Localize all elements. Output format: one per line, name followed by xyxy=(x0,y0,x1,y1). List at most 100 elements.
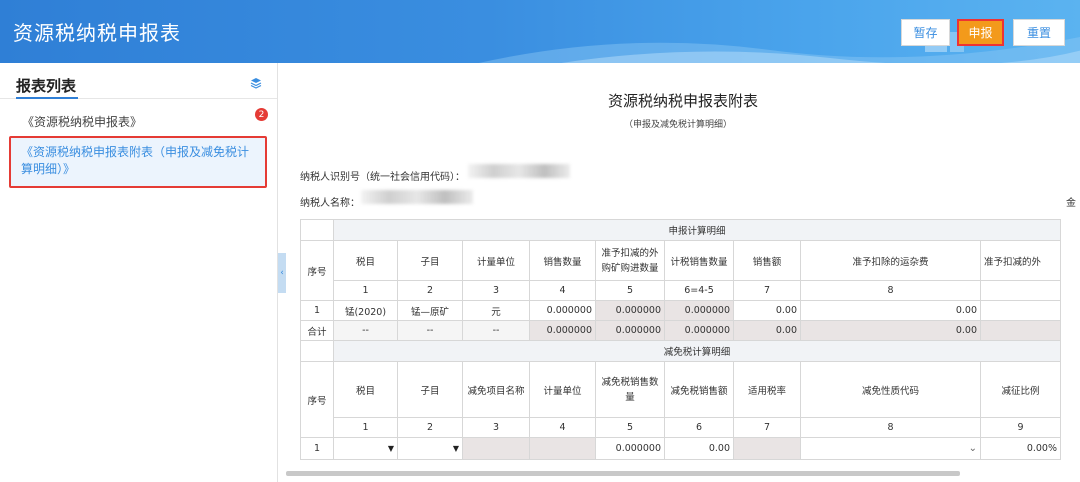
table-row-total: 合计 -- -- -- 0.000000 0.000000 0.000000 0… xyxy=(300,320,1061,341)
title-underline xyxy=(16,97,78,99)
horizontal-scrollbar[interactable] xyxy=(286,471,960,476)
col-num xyxy=(980,280,1061,301)
form-subtitle: （申报及减免税计算明细） xyxy=(624,120,733,130)
col-header-exempt-name: 减免项目名称 xyxy=(462,361,530,418)
purchased-qty-cell: 0.000000 xyxy=(595,300,665,321)
exempt-code-select[interactable]: ⌄ xyxy=(800,437,981,460)
total-cell: 0.000000 xyxy=(664,320,734,341)
app-title: 资源税纳税申报表 xyxy=(13,21,181,45)
col-header-exempt-amount: 减免税销售额 xyxy=(664,361,734,418)
row-tax-item: 锰(2020) xyxy=(333,300,398,321)
col-header-sub-item: 子目 xyxy=(397,361,463,418)
freight-input[interactable]: 0.00 xyxy=(800,300,981,321)
table1-spacer xyxy=(300,219,334,241)
form-title: 资源税纳税申报表附表 xyxy=(608,92,759,110)
row-sub-item: 锰—原矿 xyxy=(397,300,463,321)
tax-item-select[interactable]: ▼ xyxy=(333,437,398,460)
unit-cell xyxy=(529,437,596,460)
col-header-purchased-qty: 准予扣减的外购矿购进数量 xyxy=(595,240,665,281)
sales-amount-input[interactable]: 0.00 xyxy=(733,300,801,321)
col-num: 7 xyxy=(733,417,801,438)
report-list-title: 报表列表 xyxy=(16,77,77,95)
total-cell: 0.00 xyxy=(733,320,801,341)
form-area: 资源税纳税申报表附表 （申报及减免税计算明细） 纳税人识别号（统一社会信用代码）… xyxy=(286,63,1080,482)
row-seq: 1 xyxy=(300,437,334,460)
total-cell: -- xyxy=(397,320,463,341)
col-header-sub-item: 子目 xyxy=(397,240,463,281)
taxpayer-id-value-redacted xyxy=(468,164,570,178)
chevron-down-icon: ⌄ xyxy=(968,443,977,454)
col-num: 8 xyxy=(800,280,981,301)
layers-icon[interactable] xyxy=(250,77,262,89)
col-header-exempt-code: 减免性质代码 xyxy=(800,361,981,418)
col-num: 3 xyxy=(462,417,530,438)
exempt-qty-input[interactable]: 0.000000 xyxy=(595,437,665,460)
col-header-seq: 序号 xyxy=(300,240,334,301)
report-item-main[interactable]: 《资源税纳税申报表》 xyxy=(22,113,142,130)
col-num: 7 xyxy=(733,280,801,301)
col-num: 4 xyxy=(529,280,596,301)
col-header-sales-qty: 销售数量 xyxy=(529,240,596,281)
col-header-rate: 适用税率 xyxy=(733,361,801,418)
col-num: 9 xyxy=(980,417,1061,438)
report-list-panel: 报表列表 《资源税纳税申报表》 2 《资源税纳税申报表附表（申报及减免税计算明细… xyxy=(0,63,278,482)
taxpayer-name-value-redacted xyxy=(361,190,473,204)
report-item-attachment[interactable]: 《资源税纳税申报表附表（申报及减免税计算明细）》 xyxy=(9,136,267,188)
total-cell: -- xyxy=(333,320,398,341)
collapse-sidebar-handle[interactable]: ‹ xyxy=(278,253,286,293)
row-seq: 1 xyxy=(300,300,334,321)
col-header-deduct-cut: 准予扣减的外 xyxy=(980,240,1061,281)
chevron-down-icon: ▼ xyxy=(452,444,459,453)
taxpayer-id-label: 纳税人识别号（统一社会信用代码）： xyxy=(300,172,465,183)
rate-cell xyxy=(733,437,801,460)
sub-item-select[interactable]: ▼ xyxy=(397,437,463,460)
reduce-ratio-input[interactable]: 0.00% xyxy=(980,437,1061,460)
col-header-unit: 计量单位 xyxy=(529,361,596,418)
amount-unit-label: 金 xyxy=(1066,198,1076,209)
col-header-tax-item: 税目 xyxy=(333,361,398,418)
col-header-taxable-qty: 计税销售数量 xyxy=(664,240,734,281)
error-count-badge: 2 xyxy=(255,108,268,121)
col-num: 1 xyxy=(333,417,398,438)
col-num: 2 xyxy=(397,417,463,438)
exempt-amount-input[interactable]: 0.00 xyxy=(664,437,734,460)
col-header-sales-amount: 销售额 xyxy=(733,240,801,281)
table-row: 1 锰(2020) 锰—原矿 元 0.000000 0.000000 0.000… xyxy=(300,300,1061,321)
col-num: 4 xyxy=(529,417,596,438)
col-num: 5 xyxy=(595,280,665,301)
sales-qty-input[interactable]: 0.000000 xyxy=(529,300,596,321)
col-header-tax-item: 税目 xyxy=(333,240,398,281)
total-cell: -- xyxy=(462,320,530,341)
deduct-cut-cell xyxy=(980,300,1061,321)
total-cell: 0.00 xyxy=(800,320,981,341)
col-header-freight: 准予扣除的运杂费 xyxy=(800,240,981,281)
col-num: 6 xyxy=(664,417,734,438)
col-header-exempt-qty: 减免税销售数量 xyxy=(595,361,665,418)
col-num: 2 xyxy=(397,280,463,301)
app-header: 资源税纳税申报表 暂存 申报 重置 xyxy=(0,0,1080,63)
submit-button[interactable]: 申报 xyxy=(957,19,1004,46)
row-unit: 元 xyxy=(462,300,530,321)
section-header-exemption: 减免税计算明细 xyxy=(333,340,1061,362)
col-num: 3 xyxy=(462,280,530,301)
total-cell xyxy=(980,320,1061,341)
col-num: 6=4-5 xyxy=(664,280,734,301)
table-row: 1 ▼ ▼ 0.000000 0.00 ⌄ 0.00% xyxy=(300,437,1061,460)
col-num: 1 xyxy=(333,280,398,301)
chevron-down-icon: ▼ xyxy=(387,444,394,453)
total-cell: 0.000000 xyxy=(595,320,665,341)
exempt-name-cell xyxy=(462,437,530,460)
report-list-header: 报表列表 xyxy=(0,63,277,99)
col-num: 8 xyxy=(800,417,981,438)
table2-spacer xyxy=(300,340,334,362)
total-cell: 0.000000 xyxy=(529,320,596,341)
taxpayer-name-label: 纳税人名称： xyxy=(300,198,360,209)
col-header-reduce-ratio: 减征比例 xyxy=(980,361,1061,418)
save-draft-button[interactable]: 暂存 xyxy=(901,19,950,46)
declaration-table: 申报计算明细 序号 税目 子目 计量单位 销售数量 准予扣减的外购矿购进数量 计… xyxy=(300,219,1061,460)
col-num: 5 xyxy=(595,417,665,438)
col-header-seq: 序号 xyxy=(300,361,334,438)
total-label: 合计 xyxy=(300,320,334,341)
col-header-unit: 计量单位 xyxy=(462,240,530,281)
reset-button[interactable]: 重置 xyxy=(1013,19,1065,46)
